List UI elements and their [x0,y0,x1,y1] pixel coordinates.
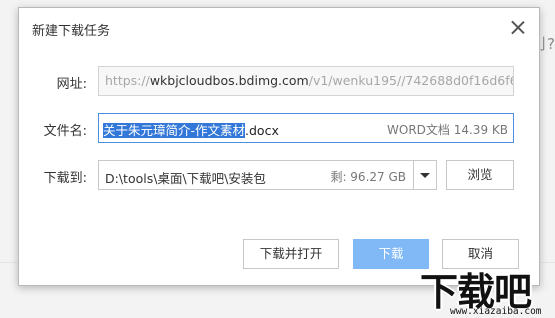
dialog-titlebar[interactable]: 新建下载任务 [19,8,539,48]
new-download-dialog: 新建下载任务 网址: https://wkbjcloudbos.bdimg.co… [18,7,540,286]
url-scheme: https:// [105,73,150,88]
download-path-combo[interactable]: D:\tools\桌面\下载吧\安装包 剩: 96.27 GB [98,160,437,190]
chevron-down-icon[interactable] [414,161,436,189]
close-icon[interactable] [507,17,529,39]
watermark-url-text: www.xiazaiba.com [450,306,542,317]
site-watermark-logo: 下载吧 www.xiazaiba.com [420,263,555,318]
filename-input[interactable]: 关于朱元璋简介-作文素材.docx WORD文档 14.39 KB [98,113,514,143]
file-type-size: WORD文档 14.39 KB [387,123,508,137]
download-and-open-button[interactable]: 下载并打开 [243,239,339,269]
free-space-text: 剩: 96.27 GB [330,170,406,184]
dialog-title: 新建下载任务 [32,24,111,39]
filename-extension: .docx [245,123,279,138]
browse-button[interactable]: 浏览 [446,160,514,190]
download-path-text: D:\tools\桌面\下载吧\安装包 [105,171,266,186]
url-path: /v1/wenku195//742688d0f16d6f6c6a [308,73,513,88]
url-field[interactable]: https://wkbjcloudbos.bdimg.com/v1/wenku1… [98,66,514,96]
download-to-label: 下载到: [43,171,87,186]
filename-label: 文件名: [43,124,87,139]
download-button[interactable]: 下载 [353,239,429,269]
url-label: 网址: [56,77,87,92]
filename-selected-text: 关于朱元璋简介-作文素材 [103,123,246,138]
url-host: wkbjcloudbos.bdimg.com [149,73,309,88]
